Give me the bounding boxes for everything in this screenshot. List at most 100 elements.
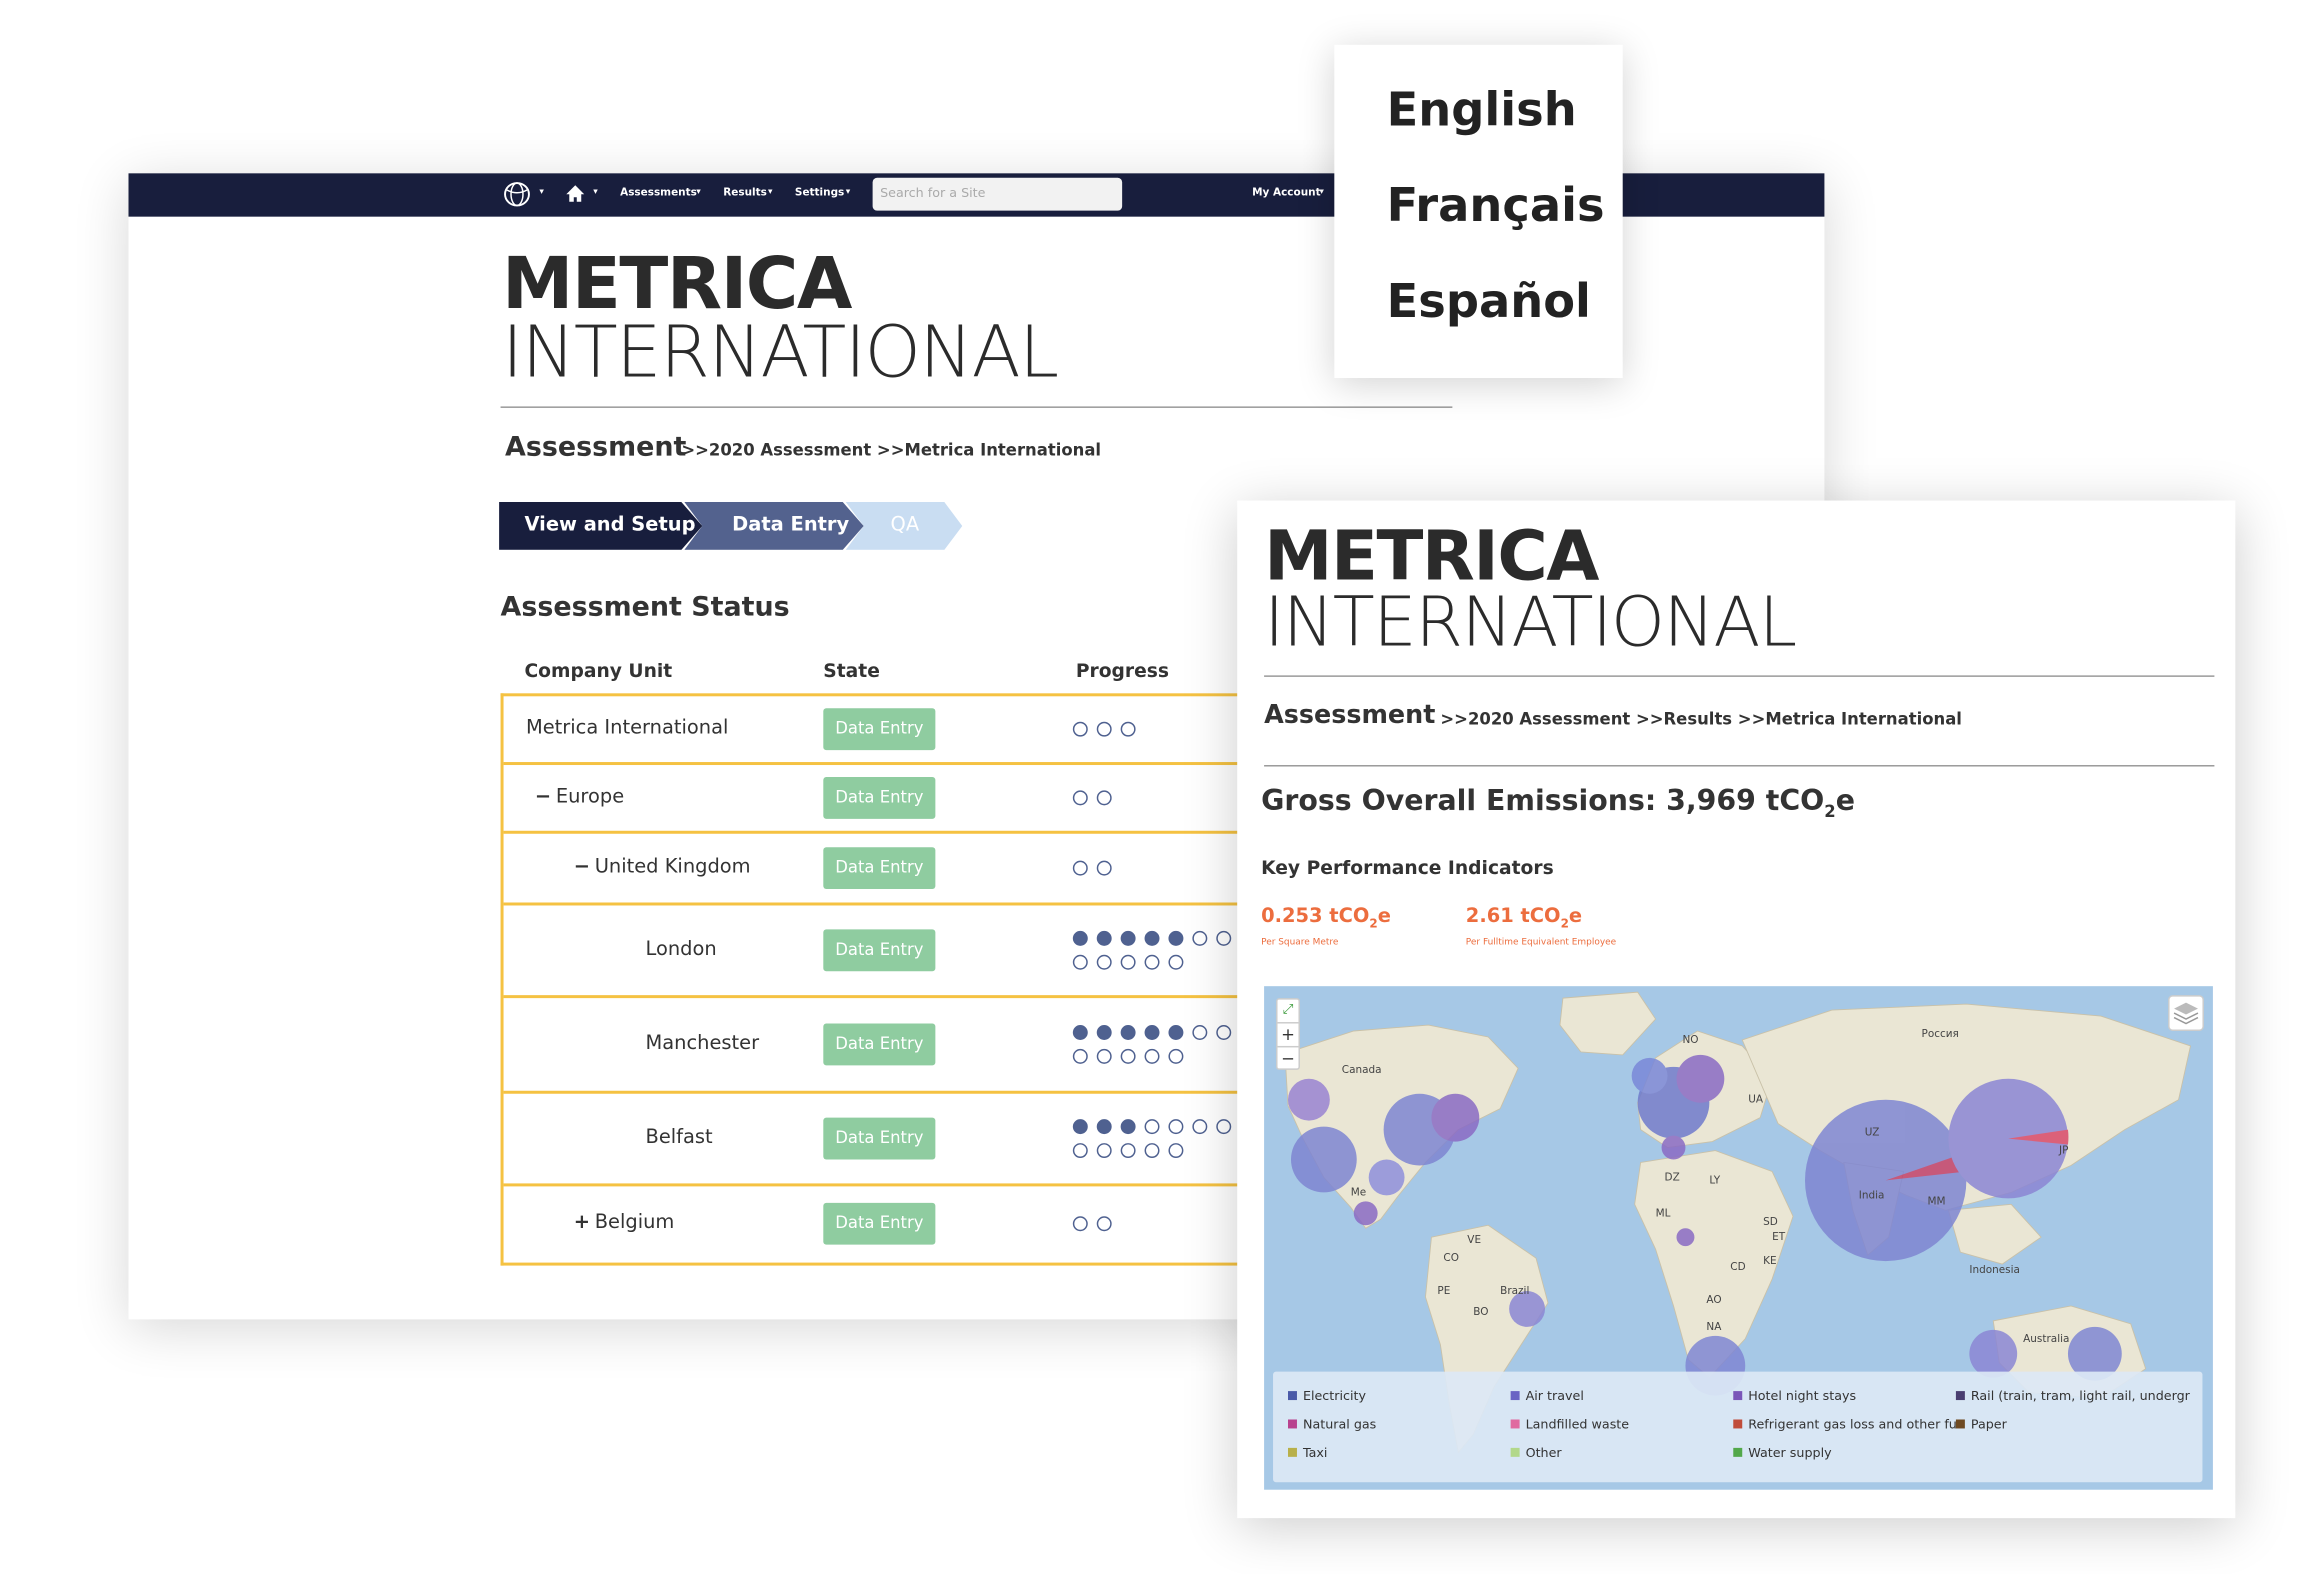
step-qa[interactable]: QA (891, 502, 920, 550)
language-espanol[interactable]: Español (1387, 275, 1591, 329)
map-label-dz: DZ (1664, 1171, 1680, 1184)
globe-logo-icon[interactable] (502, 181, 532, 208)
pie-central-asia[interactable] (1804, 1099, 1967, 1262)
legend-swatch (1288, 1419, 1297, 1429)
pie-central-africa[interactable] (1676, 1228, 1695, 1247)
company-unit-name[interactable]: London (645, 938, 716, 960)
nav-my-account[interactable]: My Account (1252, 187, 1320, 199)
progress-dot-pending (1096, 790, 1112, 806)
layers-button[interactable] (2168, 995, 2204, 1031)
progress-indicator (1072, 1215, 1240, 1231)
kpi-suffix: e (1568, 905, 1583, 928)
state-badge[interactable]: Data Entry (823, 776, 936, 819)
step-view-and-setup[interactable]: View and Setup (524, 502, 695, 550)
progress-dot-pending (1072, 954, 1088, 970)
legend-item[interactable]: Natural gas (1288, 1418, 1376, 1433)
state-badge[interactable]: Data Entry (823, 1202, 936, 1244)
legend-item[interactable]: Rail (train, tram, light rail, undergr (1955, 1389, 2190, 1405)
table-row[interactable]: Metrica International Data Entry (503, 696, 1241, 766)
nav-results[interactable]: Results (723, 187, 767, 199)
legend-item[interactable]: Landfilled waste (1510, 1417, 1630, 1433)
breadcrumb[interactable]: >>2020 Assessment >>Results >>Metrica In… (1440, 710, 1962, 729)
pie-mexico[interactable] (1353, 1201, 1378, 1226)
zoom-in-button[interactable]: + (1277, 1024, 1299, 1048)
step-data-entry[interactable]: Data Entry (732, 502, 849, 550)
map-label-na: NA (1706, 1320, 1722, 1333)
pie-north-america-northwest[interactable] (1288, 1078, 1330, 1121)
brand-title-bold: METRICA (1264, 515, 1599, 597)
company-unit-name[interactable]: Belfast (645, 1127, 712, 1149)
greenland (1559, 991, 1657, 1056)
legend-label: Landfilled waste (1525, 1417, 1630, 1433)
pie-europe-medium[interactable] (1676, 1054, 1725, 1103)
emissions-map[interactable]: Canada Россия India Indonesia Australia … (1264, 986, 2213, 1490)
results-caret-icon[interactable]: ▾ (768, 187, 773, 197)
company-unit-name[interactable]: Manchester (645, 1032, 759, 1054)
table-row[interactable]: − United Kingdom Data Entry (503, 834, 1241, 906)
legend-swatch (1733, 1419, 1743, 1429)
progress-dot-pending (1144, 1119, 1160, 1135)
progress-dot-pending (1168, 1048, 1184, 1064)
legend-item[interactable]: Water supply (1733, 1446, 1832, 1461)
state-badge[interactable]: Data Entry (823, 708, 936, 751)
progress-dot-complete (1072, 1119, 1088, 1135)
legend-item[interactable]: Air travel (1510, 1390, 1584, 1405)
zoom-out-button[interactable]: − (1278, 1047, 1299, 1069)
legend-label: Electricity (1302, 1389, 1367, 1405)
language-menu: English Français Español (1334, 44, 1623, 379)
company-unit-name[interactable]: United Kingdom (595, 856, 751, 878)
map-label-cd: CD (1730, 1261, 1746, 1274)
pie-europe-small[interactable] (1631, 1057, 1668, 1094)
table-row[interactable]: − Europe Data Entry (503, 765, 1241, 834)
state-badge[interactable]: Data Entry (823, 847, 936, 890)
state-badge[interactable]: Data Entry (823, 1117, 936, 1160)
brand-title-bold: METRICA (502, 242, 852, 326)
progress-dot-pending (1096, 1143, 1112, 1159)
site-search-input[interactable] (872, 177, 1123, 211)
collapse-icon[interactable]: − (574, 856, 590, 878)
nav-settings[interactable]: Settings (795, 187, 844, 199)
expand-icon[interactable]: + (574, 1211, 590, 1233)
pie-australia-central[interactable] (1969, 1329, 2018, 1378)
table-row[interactable]: Belfast Data Entry (503, 1094, 1241, 1187)
table-row[interactable]: London Data Entry (503, 905, 1241, 999)
language-english[interactable]: English (1387, 84, 1577, 138)
assessments-caret-icon[interactable]: ▾ (696, 187, 701, 197)
kpi-per-employee: 2.61 tCO2e (1466, 905, 1582, 930)
state-badge[interactable]: Data Entry (823, 929, 936, 972)
fullscreen-icon[interactable]: ⤢ (1277, 1000, 1299, 1024)
nav-assessments[interactable]: Assessments (620, 187, 697, 199)
progress-dot-complete (1168, 930, 1184, 946)
legend-label: Refrigerant gas loss and other fu (1748, 1417, 1957, 1433)
progress-indicator (1072, 1119, 1240, 1159)
legend-item[interactable]: Taxi (1288, 1446, 1327, 1461)
progress-dot-pending (1096, 721, 1112, 737)
legend-item[interactable]: Other (1510, 1446, 1562, 1461)
progress-dot-pending (1216, 1025, 1232, 1040)
company-unit-name[interactable]: Belgium (595, 1211, 675, 1233)
pie-mediterranean[interactable] (1661, 1135, 1686, 1160)
legend-item[interactable]: Electricity (1288, 1390, 1366, 1405)
legend-item[interactable]: Hotel night stays (1733, 1390, 1856, 1405)
company-unit-name[interactable]: Metrica International (526, 717, 728, 739)
home-caret-icon[interactable]: ▾ (593, 187, 598, 197)
language-francais[interactable]: Français (1387, 179, 1605, 233)
settings-caret-icon[interactable]: ▾ (846, 187, 851, 197)
table-row[interactable]: + Belgium Data Entry (504, 1186, 1241, 1262)
state-badge[interactable]: Data Entry (823, 1023, 936, 1066)
account-caret-icon[interactable]: ▾ (1319, 187, 1324, 197)
map-label-mm: MM (1927, 1195, 1946, 1208)
collapse-icon[interactable]: − (535, 786, 551, 808)
home-icon[interactable] (565, 184, 586, 203)
pie-north-america-northeast[interactable] (1431, 1093, 1480, 1142)
legend-item[interactable]: Refrigerant gas loss and other fu (1733, 1418, 1957, 1433)
table-row[interactable]: Manchester Data Entry (503, 998, 1241, 1094)
breadcrumb[interactable]: >>2020 Assessment >>Metrica Internationa… (681, 441, 1101, 460)
logo-caret-icon[interactable]: ▾ (539, 187, 544, 197)
legend-label: Rail (train, tram, light rail, undergr (1970, 1389, 2190, 1405)
company-unit-name[interactable]: Europe (556, 786, 624, 808)
pie-north-america-west[interactable] (1290, 1126, 1357, 1193)
pie-north-america-central[interactable] (1368, 1159, 1405, 1196)
progress-indicator (1072, 721, 1240, 737)
legend-item[interactable]: Paper (1955, 1418, 2007, 1433)
